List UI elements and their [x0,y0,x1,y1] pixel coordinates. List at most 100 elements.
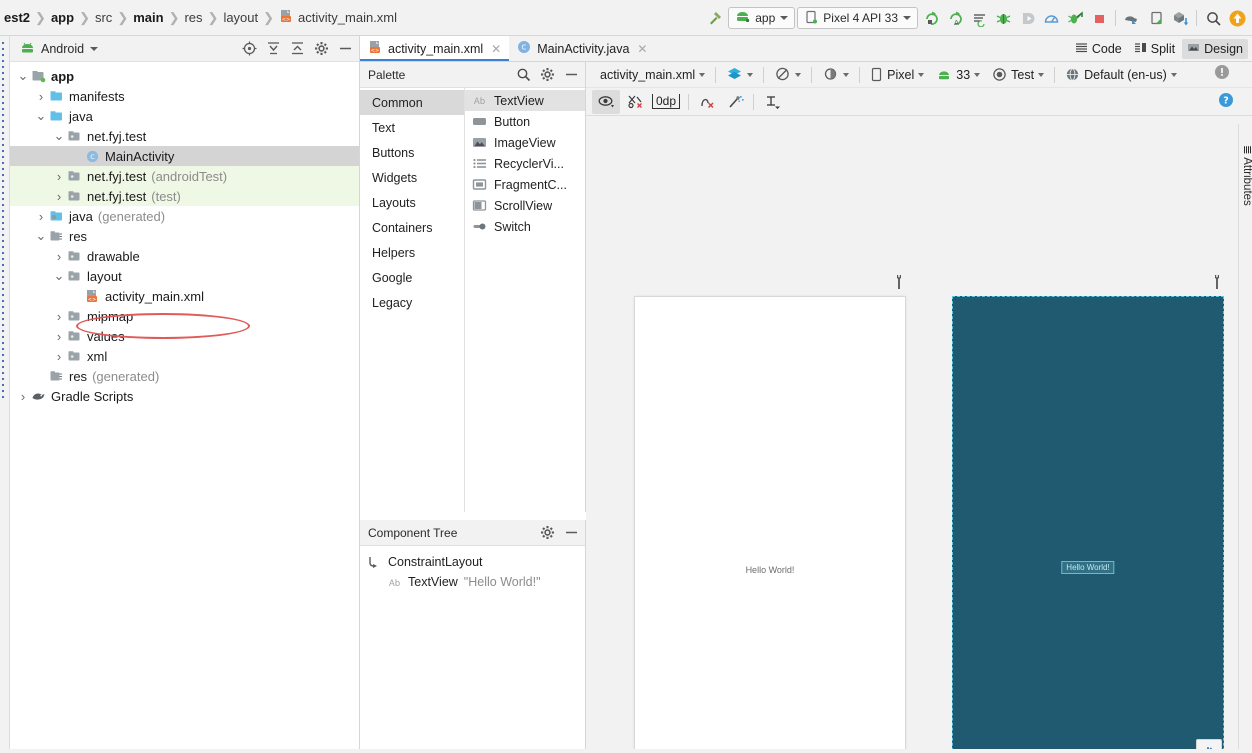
blueprint-hello-text[interactable]: Hello World! [1061,561,1115,574]
run-with-coverage-icon[interactable]: A [944,7,966,29]
view-mode-code[interactable]: Code [1070,39,1127,59]
palette-category-common[interactable]: Common [360,90,464,115]
device-manager-icon[interactable] [1121,7,1143,29]
palette-category-layouts[interactable]: Layouts [360,190,464,215]
attach-debugger-icon[interactable] [1016,7,1038,29]
component-tree-node[interactable]: ConstraintLayout [360,552,585,572]
palette-item[interactable]: FragmentC... [465,174,585,195]
tree-row[interactable]: › net.fyj.test (androidTest) [10,166,359,186]
apply-changes-icon[interactable] [1064,7,1086,29]
view-mode-split[interactable]: Split [1129,39,1180,59]
render-info-icon[interactable] [1214,64,1230,83]
palette-item[interactable]: Button [465,111,585,132]
close-icon[interactable]: ✕ [637,42,647,56]
tree-row[interactable]: › mipmap [10,306,359,326]
run-icon[interactable] [920,7,942,29]
project-tree[interactable]: ⌄ app › manifests ⌄ java ⌄ net.fyj.test C MainAct… [10,62,359,406]
tree-row[interactable]: › drawable [10,246,359,266]
preview-blueprint[interactable]: Hello World! [952,275,1224,753]
palette-category-list[interactable]: Common Text Buttons Widgets Layouts Container… [360,88,465,512]
tree-row[interactable]: › manifests [10,86,359,106]
project-view-label[interactable]: Android [41,42,84,56]
layout-inspector-icon[interactable] [1145,7,1167,29]
tree-row[interactable]: ⌄ layout [10,266,359,286]
help-button[interactable]: ? [1218,92,1234,111]
chevron-down-icon[interactable]: ⌄ [16,69,30,82]
breadcrumb-item-app[interactable]: app [47,10,78,25]
guideline-button[interactable] [758,90,786,114]
view-mode-design[interactable]: Design [1182,39,1248,59]
attributes-tool-rail[interactable]: ≣ Attributes [1238,124,1252,753]
chevron-right-icon[interactable]: › [52,249,66,264]
render-hello-text[interactable]: Hello World! [635,565,905,575]
component-tree-node[interactable]: Ab TextView "Hello World!" [360,572,585,592]
tree-row[interactable]: <> activity_main.xml [10,286,359,306]
run-configuration-selector[interactable]: app [728,7,796,29]
palette-category-text[interactable]: Text [360,115,464,140]
attributes-tab[interactable]: ≣ Attributes [1241,145,1252,206]
layout-file-selector[interactable]: activity_main.xml [594,68,711,82]
autoconnect-button[interactable] [693,90,721,114]
breadcrumb-item-project[interactable]: est2 [0,10,34,25]
tree-row[interactable]: › net.fyj.test (test) [10,186,359,206]
api-level-selector[interactable]: 33 [930,68,986,82]
visibility-toggle-button[interactable] [592,89,620,114]
tree-row[interactable]: › Gradle Scripts [10,386,359,406]
palette-item[interactable]: ImageView [465,132,585,153]
chevron-down-icon[interactable]: ⌄ [52,129,66,142]
tree-row[interactable]: › xml [10,346,359,366]
component-tree-body[interactable]: ConstraintLayout Ab TextView "Hello World!" [360,546,585,592]
orientation-button[interactable] [768,66,807,83]
tab-activity-main-xml[interactable]: <> activity_main.xml ✕ [360,36,510,61]
collapse-all-icon[interactable] [289,41,305,57]
tree-row[interactable]: C MainActivity [10,146,359,166]
palette-item[interactable]: Ab TextView [465,90,585,111]
chevron-right-icon[interactable]: › [52,169,66,184]
hide-icon[interactable] [563,67,579,83]
default-margin-value[interactable]: 0dp [652,94,681,109]
build-hammer-icon[interactable] [704,7,726,29]
edit-configurations-icon[interactable] [968,7,990,29]
breadcrumb-item-file[interactable]: <> activity_main.xml [275,9,401,26]
palette-category-buttons[interactable]: Buttons [360,140,464,165]
tree-row[interactable]: ⌄ net.fyj.test [10,126,359,146]
palette-item[interactable]: Switch [465,216,585,237]
tree-row[interactable]: ⌄ java [10,106,359,126]
expand-all-icon[interactable] [265,41,281,57]
tab-mainactivity-java[interactable]: C MainActivity.java ✕ [509,36,655,61]
build-icon[interactable] [1169,7,1191,29]
search-everywhere-icon[interactable] [1202,7,1224,29]
tree-row[interactable]: ⌄ app [10,66,359,86]
render-settings-wrench-icon[interactable] [892,274,906,290]
tree-row[interactable]: res (generated) [10,366,359,386]
chevron-down-icon[interactable]: ⌄ [34,109,48,122]
chevron-right-icon[interactable]: › [52,309,66,324]
tree-row[interactable]: › values [10,326,359,346]
tree-row[interactable]: › java (generated) [10,206,359,226]
infer-constraints-button[interactable] [721,90,749,114]
settings-icon[interactable] [539,67,555,83]
render-screen[interactable]: Hello World! [634,296,906,753]
blueprint-screen[interactable]: Hello World! [952,296,1224,753]
chevron-down-icon[interactable]: ⌄ [52,269,66,282]
chevron-right-icon[interactable]: › [52,189,66,204]
design-mode-button[interactable] [720,66,759,83]
chevron-right-icon[interactable]: › [34,89,48,104]
design-canvas[interactable]: Hello World! Hello World! CSDN @没电的复读机 [586,116,1252,753]
chevron-right-icon[interactable]: › [52,329,66,344]
chevron-right-icon[interactable]: › [52,349,66,364]
palette-category-legacy[interactable]: Legacy [360,290,464,315]
stop-icon[interactable] [1088,7,1110,29]
search-icon[interactable] [515,67,531,83]
tree-row[interactable]: ⌄ res [10,226,359,246]
settings-icon[interactable] [313,41,329,57]
chevron-down-icon[interactable]: ⌄ [34,229,48,242]
hide-icon[interactable] [563,525,579,541]
hide-icon[interactable] [337,41,353,57]
palette-category-widgets[interactable]: Widgets [360,165,464,190]
breadcrumb-item-src[interactable]: src [91,10,116,25]
breadcrumb-item-res[interactable]: res [180,10,206,25]
locale-selector[interactable]: Default (en-us) [1059,67,1183,82]
theme-selector[interactable]: Test [986,67,1050,82]
profiler-icon[interactable] [1040,7,1062,29]
